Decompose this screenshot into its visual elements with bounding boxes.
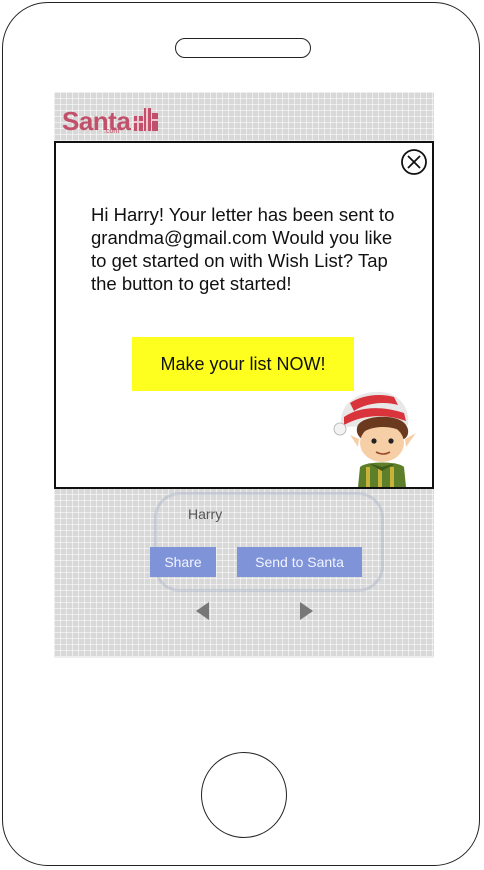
arrow-left-icon[interactable] [196, 602, 209, 620]
modal-message: Hi Harry! Your letter has been sent to g… [91, 204, 395, 294]
gift-icon [134, 108, 159, 131]
close-icon[interactable] [400, 148, 428, 176]
confirmation-modal: Hi Harry! Your letter has been sent to g… [54, 141, 434, 489]
home-button[interactable] [201, 752, 287, 838]
make-list-button[interactable]: Make your list NOW! [132, 337, 354, 391]
recipient-name: Harry [188, 506, 223, 522]
arrow-right-icon[interactable] [300, 602, 313, 620]
phone-speaker [175, 38, 311, 58]
screen-bottom-edge [54, 656, 434, 658]
share-button[interactable]: Share [150, 547, 216, 577]
send-to-santa-button[interactable]: Send to Santa [237, 547, 362, 577]
elf-illustration [333, 391, 416, 487]
santa-logo: Santa .com [62, 98, 159, 135]
